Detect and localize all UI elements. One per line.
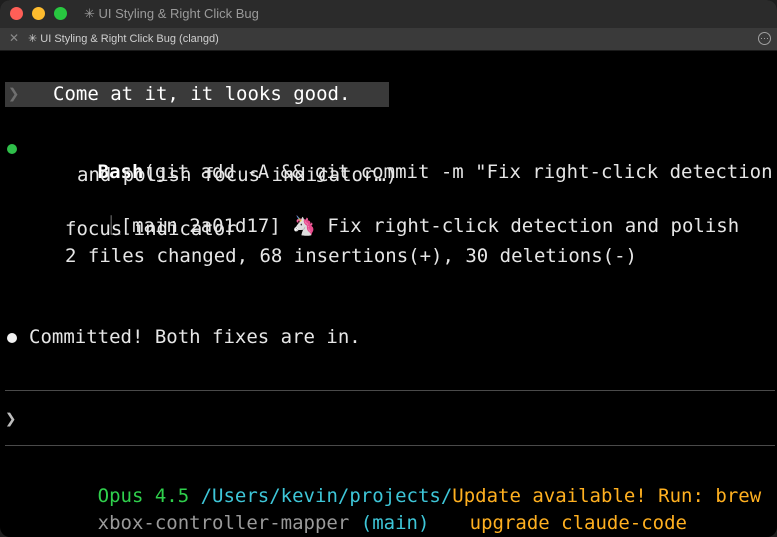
assistant-bullet-icon [7, 333, 17, 343]
tab-title[interactable]: ✳ UI Styling & Right Click Bug (clangd) [28, 32, 219, 45]
window-title: ✳ UI Styling & Right Click Bug [84, 6, 259, 21]
user-message-block: ❯ Come at it, it looks good. [5, 82, 389, 107]
zoom-window-button[interactable] [54, 7, 67, 20]
minimize-window-button[interactable] [32, 7, 45, 20]
assistant-message: Committed! Both fixes are in. [29, 326, 361, 348]
tool-args-line-2: and polish focus indicator…) [77, 164, 398, 186]
input-top-divider [5, 390, 775, 391]
terminal-content[interactable]: ❯ Come at it, it looks good. Bash(git ad… [0, 51, 777, 537]
project-name: xbox-controller-mapper [97, 512, 350, 534]
tab-overflow-menu-icon[interactable] [758, 32, 771, 45]
close-window-button[interactable] [10, 7, 23, 20]
tool-result-line-2: focus indicator [65, 218, 237, 240]
terminal-window: ✳ UI Styling & Right Click Bug ✕ ✳ UI St… [0, 0, 777, 537]
input-prompt-chevron-icon: ❯ [5, 408, 17, 430]
tool-result-line-3: 2 files changed, 68 insertions(+), 30 de… [65, 245, 637, 267]
input-bottom-divider [5, 445, 775, 446]
statusline-row-2: xbox-controller-mapper (main) [29, 487, 430, 537]
prompt-chevron-icon: ❯ [8, 83, 20, 105]
tool-success-bullet-icon [7, 144, 17, 154]
tab-close-icon[interactable]: ✕ [7, 30, 21, 46]
title-bar: ✳ UI Styling & Right Click Bug [0, 0, 777, 28]
tab-bar: ✕ ✳ UI Styling & Right Click Bug (clangd… [0, 28, 777, 51]
user-message: Come at it, it looks good. [53, 83, 351, 105]
update-notice-line-2: upgrade claude-code [469, 512, 687, 534]
prompt-input[interactable] [24, 407, 764, 431]
